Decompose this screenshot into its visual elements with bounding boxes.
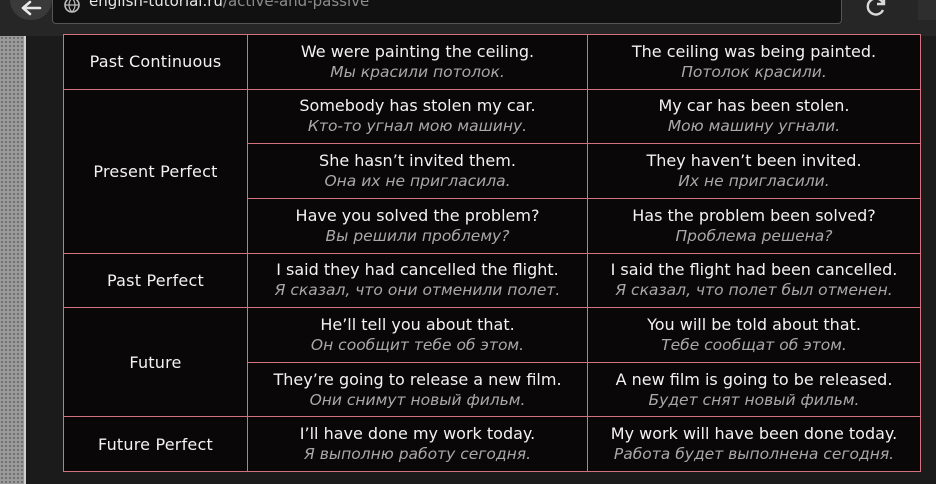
passive-translation: Проблема решена?: [675, 226, 833, 245]
active-sentence: We were painting the ceiling.: [300, 41, 535, 61]
passive-cell: You will be told about that. Тебе сообщат…: [587, 307, 921, 363]
active-sentence: He’ll tell you about that.: [320, 314, 515, 334]
table-row: Present Perfect Somebody has stolen my c…: [63, 88, 921, 254]
passive-translation: Я сказал, что полет был отменен.: [615, 281, 893, 300]
passive-sentence: The ceiling was being painted.: [631, 41, 877, 61]
globe-icon: [64, 0, 80, 13]
active-sentence: Have you solved the problem?: [295, 205, 540, 225]
passive-sentence: Has the problem been solved?: [632, 205, 876, 225]
page-background-pattern: [0, 36, 24, 484]
active-translation: Он сообщит тебе об этом.: [310, 335, 525, 354]
active-cell: Have you solved the problem? Вы решили пр…: [247, 197, 588, 254]
active-sentence: She hasn’t invited them.: [319, 151, 516, 171]
passive-sentence: I said the flight had been cancelled.: [610, 260, 898, 280]
active-cell: She hasn’t invited them. Она их не пригла…: [247, 143, 588, 199]
active-cell: I said they had cancelled the flight. Я с…: [247, 252, 588, 309]
active-translation: Она их не пригласила.: [324, 172, 511, 191]
active-cell: I’ll have done my work today. Я выполню р…: [247, 416, 588, 472]
passive-sentence: My car has been stolen.: [658, 96, 850, 116]
tense-cell: Past Continuous: [63, 34, 248, 90]
back-arrow-icon: [21, 0, 42, 16]
active-sentence: I said they had cancelled the flight.: [276, 260, 559, 280]
tense-cell: Past Perfect: [63, 252, 248, 309]
active-sentence: They’re going to release a new film.: [273, 369, 562, 389]
active-sentence: I’ll have done my work today.: [299, 424, 536, 444]
passive-cell: The ceiling was being painted. Потолок кр…: [587, 34, 921, 90]
active-translation: Я выполню работу сегодня.: [304, 445, 531, 464]
passive-sentence: A new film is going to be released.: [615, 369, 893, 389]
passive-sentence: You will be told about that.: [647, 314, 861, 334]
passive-translation: Тебе сообщат об этом.: [661, 335, 847, 354]
active-translation: Я сказал, что они отменили полет.: [274, 281, 561, 300]
active-cell: Somebody has stolen my car. Кто-то угнал …: [247, 88, 588, 145]
active-passive-table: Past Continuous We were painting the cei…: [63, 34, 921, 472]
table-row: Future He’ll tell you about that. Он сооб…: [63, 307, 921, 418]
address-bar[interactable]: english-tutorial.ru/active-and-passive: [52, 0, 842, 24]
passive-translation: Потолок красили.: [681, 62, 827, 81]
passive-translation: Мою машину угнали.: [667, 117, 841, 136]
passive-cell: They haven’t been invited. Их не пригласи…: [587, 143, 921, 199]
active-cell: They’re going to release a new film. Они …: [247, 361, 588, 418]
table-row: Past Perfect I said they had cancelled t…: [63, 252, 921, 309]
reload-icon[interactable]: [864, 0, 888, 18]
browser-toolbar: english-tutorial.ru/active-and-passive: [0, 0, 936, 36]
passive-translation: Работа будет выполнена сегодня.: [613, 445, 895, 464]
passive-cell: My car has been stolen. Мою машину угнали…: [587, 88, 921, 145]
passive-cell: A new film is going to be released. Будет…: [587, 361, 921, 418]
passive-cell: I said the flight had been cancelled. Я с…: [587, 252, 921, 309]
table-row: Future Perfect I’ll have done my work to…: [63, 416, 921, 472]
active-cell: We were painting the ceiling. Мы красили …: [247, 34, 588, 90]
back-button[interactable]: [10, 0, 52, 20]
passive-cell: Has the problem been solved? Проблема реш…: [587, 197, 921, 254]
active-translation: Вы решили проблему?: [325, 226, 510, 245]
active-translation: Кто-то угнал мою машину.: [307, 117, 528, 136]
url-host: english-tutorial.ru: [89, 0, 223, 10]
passive-cell: My work will have been done today. Работа…: [587, 416, 921, 472]
active-cell: He’ll tell you about that. Он сообщит теб…: [247, 307, 588, 363]
passive-translation: Их не пригласили.: [678, 172, 830, 191]
passive-translation: Будет снят новый фильм.: [648, 390, 860, 409]
menu-button[interactable]: [918, 0, 936, 20]
table-row: Past Continuous We were painting the cei…: [63, 34, 921, 90]
active-sentence: Somebody has stolen my car.: [299, 96, 536, 116]
active-translation: Они снимут новый фильм.: [309, 390, 526, 409]
url-text: english-tutorial.ru/active-and-passive: [89, 0, 369, 10]
passive-sentence: My work will have been done today.: [610, 424, 898, 444]
active-translation: Мы красили потолок.: [330, 62, 505, 81]
url-path: /active-and-passive: [222, 0, 370, 10]
passive-sentence: They haven’t been invited.: [646, 151, 862, 171]
tense-cell: Future Perfect: [63, 416, 248, 472]
tense-cell: Future: [63, 307, 248, 418]
tense-cell: Present Perfect: [63, 88, 248, 254]
